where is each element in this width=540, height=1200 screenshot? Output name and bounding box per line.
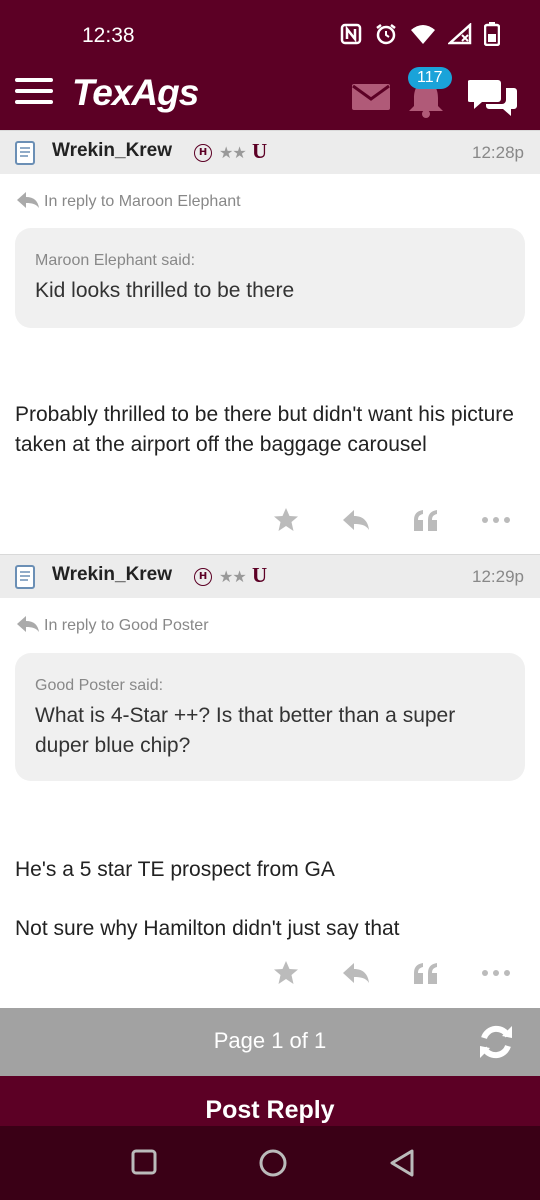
menu-icon[interactable] [15, 78, 53, 108]
star-button[interactable] [270, 506, 302, 534]
quote-text: What is 4-Star ++? Is that better than a… [35, 704, 456, 757]
pagination-bar: Page 1 of 1 [0, 1008, 540, 1076]
quote-button[interactable] [410, 506, 442, 534]
reply-button[interactable] [340, 959, 372, 987]
post-actions [270, 959, 512, 987]
star-icon [274, 961, 298, 984]
quote-box: Good Poster said: What is 4-Star ++? Is … [15, 653, 525, 781]
status-icons [340, 22, 500, 46]
reply-to-label: In reply to Good Poster [44, 617, 209, 634]
reply-icon [343, 510, 369, 530]
alarm-icon [376, 24, 396, 45]
home-icon[interactable] [258, 1148, 288, 1178]
wifi-icon [411, 25, 435, 44]
post-time: 12:29p [472, 567, 524, 586]
mail-icon[interactable] [352, 84, 390, 110]
quote-icon [414, 963, 437, 984]
reply-to[interactable]: In reply to Good Poster [16, 615, 209, 635]
reply-icon [17, 192, 39, 208]
reply-to[interactable]: In reply to Maroon Elephant [16, 191, 241, 211]
u-badge: U [252, 563, 268, 587]
h-badge: H [194, 568, 212, 586]
rank-stars: ★★ [219, 143, 247, 162]
u-badge: U [252, 139, 268, 163]
post-body-paragraph: He's a 5 star TE prospect from GA [15, 858, 335, 881]
quote-box: Maroon Elephant said: Kid looks thrilled… [15, 228, 525, 328]
doc-icon[interactable] [14, 564, 36, 590]
more-icon [482, 517, 510, 523]
chat-icon[interactable] [468, 76, 518, 118]
more-button[interactable] [480, 959, 512, 987]
post-body-paragraph: Probably thrilled to be there but didn't… [15, 403, 514, 456]
page-label[interactable]: Page 1 of 1 [0, 1028, 540, 1054]
reply-to-label: In reply to Maroon Elephant [44, 193, 241, 210]
username[interactable]: Wrekin_Krew [52, 564, 172, 586]
refresh-icon[interactable] [476, 1022, 516, 1062]
status-bar: 12:38 [0, 0, 540, 70]
back-icon[interactable] [388, 1148, 416, 1178]
rank-stars: ★★ [219, 567, 247, 586]
username[interactable]: Wrekin_Krew [52, 140, 172, 162]
quote-author: Maroon Elephant said: [35, 252, 196, 269]
post-body: He's a 5 star TE prospect from GA Not su… [15, 855, 525, 973]
signal-icon [448, 23, 472, 45]
reply-icon [17, 616, 39, 632]
star-icon [274, 508, 298, 531]
battery-icon [484, 22, 500, 46]
post-body-paragraph: Not sure why Hamilton didn't just say th… [15, 917, 400, 940]
post-header: Wrekin_Krew H ★★ U 12:28p [0, 130, 540, 174]
quote-icon [414, 510, 437, 531]
logo[interactable]: TexAgs [72, 72, 199, 114]
reply-button[interactable] [340, 506, 372, 534]
reply-icon [343, 963, 369, 983]
quote-button[interactable] [410, 959, 442, 987]
h-badge: H [194, 144, 212, 162]
quote-author: Good Poster said: [35, 677, 164, 694]
doc-icon[interactable] [14, 140, 36, 166]
nfc-icon [340, 23, 362, 45]
post: Wrekin_Krew H ★★ U 12:29p In reply to Go… [0, 554, 540, 1008]
recents-icon[interactable] [130, 1148, 158, 1176]
system-nav-bar [0, 1126, 540, 1200]
post-actions [270, 506, 512, 534]
post-header: Wrekin_Krew H ★★ U 12:29p [0, 554, 540, 598]
quote-text: Kid looks thrilled to be there [35, 279, 295, 302]
post-reply-button[interactable]: Post Reply [0, 1076, 540, 1126]
post: Wrekin_Krew H ★★ U 12:28p In reply to Ma… [0, 130, 540, 554]
more-button[interactable] [480, 506, 512, 534]
more-icon [482, 970, 510, 976]
post-body: Probably thrilled to be there but didn't… [15, 400, 525, 489]
post-time: 12:28p [472, 143, 524, 162]
status-time: 12:38 [82, 24, 135, 47]
app-header: TexAgs 117 [0, 67, 540, 130]
star-button[interactable] [270, 959, 302, 987]
notification-badge[interactable]: 117 [408, 67, 452, 89]
